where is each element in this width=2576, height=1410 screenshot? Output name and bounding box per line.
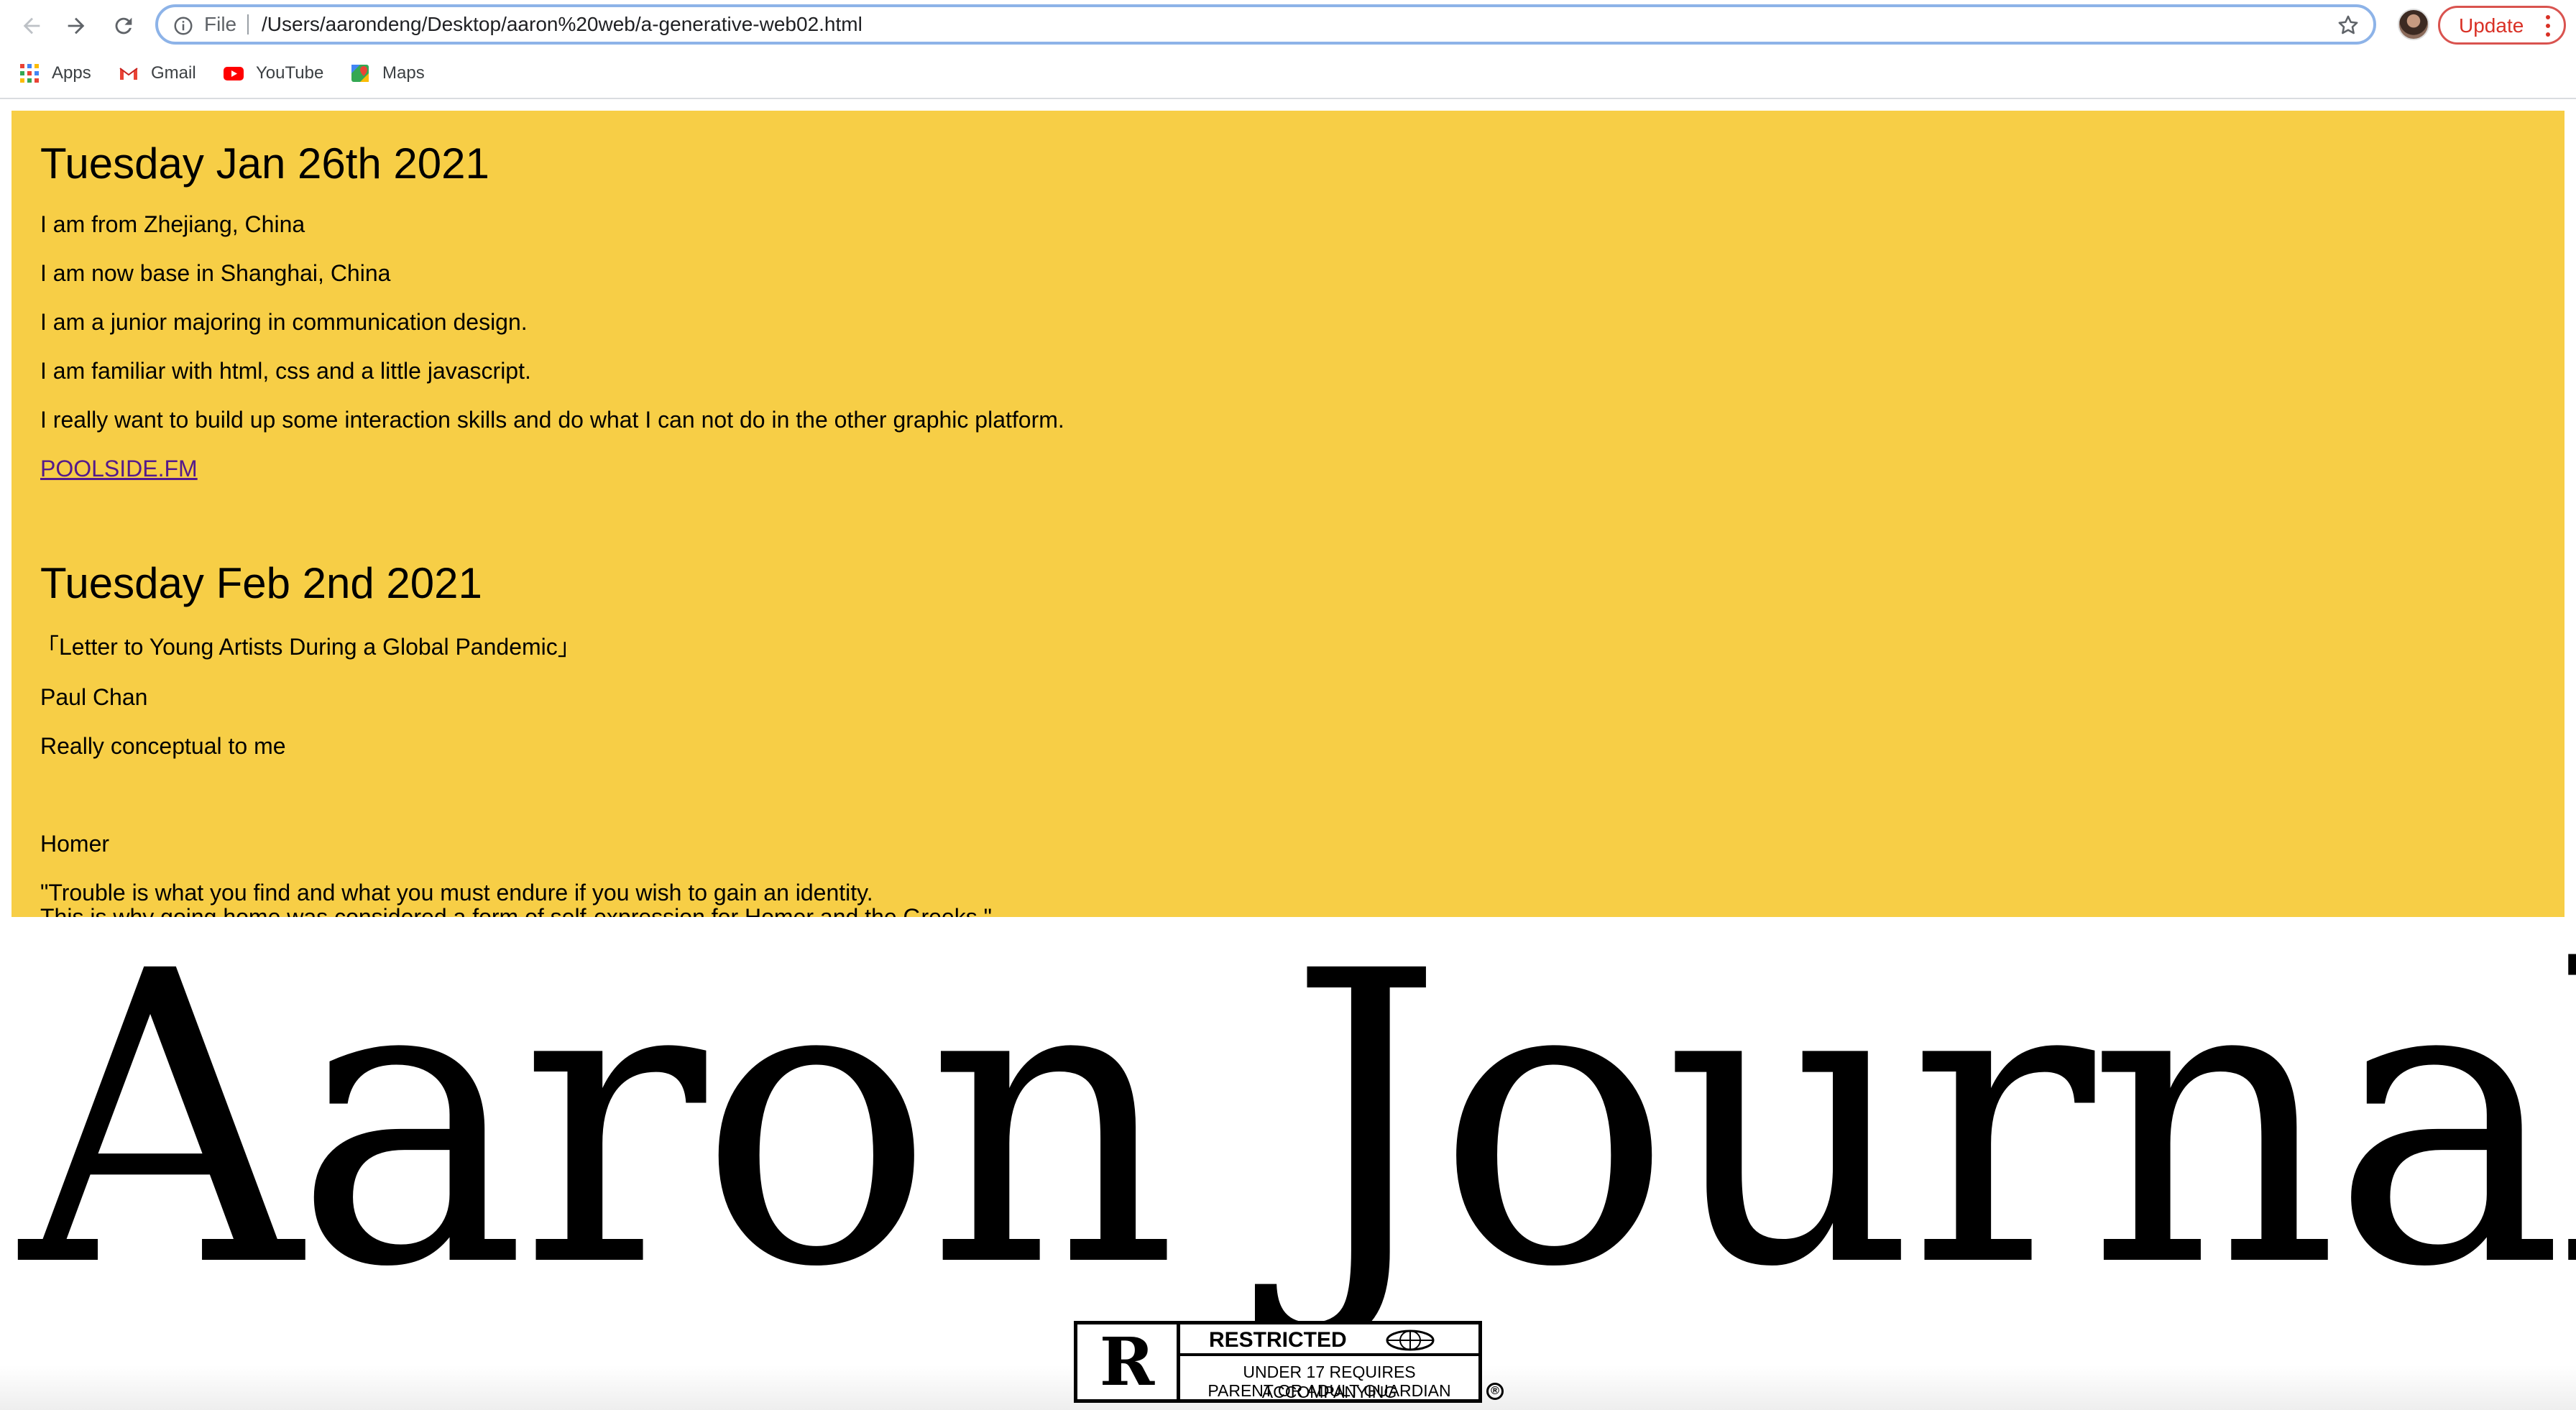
back-arrow-icon [23,17,40,34]
info-icon[interactable] [172,15,194,37]
apps-grid-icon [20,64,39,83]
url-text[interactable]: /Users/aarondeng/Desktop/aaron%20web/a-g… [262,11,862,37]
entry-line: I am from Zhejiang, China [40,211,305,237]
more-menu-icon[interactable] [2545,15,2551,37]
back-button[interactable] [14,9,49,43]
forward-arrow-icon [68,17,85,34]
youtube-icon [224,67,244,80]
bookmark-gmail[interactable]: Gmail [118,59,196,88]
maps-icon [351,65,369,82]
forward-button[interactable] [59,9,93,43]
entry-line: 「Letter to Young Artists During a Global… [36,634,581,660]
rating-line-2: PARENT OR ADULT GUARDIAN [1208,1381,1451,1400]
rating-heading-row: RESTRICTED [1180,1324,1478,1356]
rating-badge: R RESTRICTED UNDER 17 REQUIRES ACCOMPANY… [1074,1321,1482,1403]
update-label: Update [2459,14,2524,37]
bookmarks-bar: Apps Gmail YouTube Maps [0,52,2576,99]
bookmark-star-icon[interactable] [2336,13,2360,37]
entry-date: Tuesday Jan 26th 2021 [40,139,489,188]
bookmark-label: YouTube [256,63,324,83]
journal-panel[interactable]: Tuesday Jan 26th 2021 I am from Zhejiang… [12,111,2564,917]
address-bar[interactable]: File /Users/aarondeng/Desktop/aaron%20we… [155,4,2376,45]
entry-line: I am familiar with html, css and a littl… [40,358,531,384]
mpa-globe-icon [1386,1330,1435,1351]
gmail-icon [119,68,138,80]
bookmark-maps[interactable]: Maps [349,59,425,88]
entry-line: Really conceptual to me [40,733,286,759]
bookmark-youtube[interactable]: YouTube [223,59,323,88]
entry-line: Paul Chan [40,684,148,710]
rating-letter: R [1077,1324,1180,1399]
entry-line: Homer [40,831,110,857]
bookmark-label: Maps [382,63,425,83]
reload-button[interactable] [106,9,141,43]
entry-date: Tuesday Feb 2nd 2021 [40,559,482,607]
update-button[interactable]: Update [2438,6,2566,45]
rating-heading: RESTRICTED [1209,1328,1347,1352]
registered-mark: ® [1486,1383,1504,1400]
poolside-link[interactable]: POOLSIDE.FM [40,454,198,483]
entry-line: I really want to build up some interacti… [40,407,1064,433]
hero-title: Aaron Journal [20,887,2576,1355]
entry-line: I am a junior majoring in communication … [40,309,528,335]
profile-avatar[interactable] [2398,9,2429,40]
omnibox-divider [247,14,249,34]
bookmark-label: Apps [52,63,91,83]
entry-line: I am now base in Shanghai, China [40,260,391,286]
browser-toolbar: File /Users/aarondeng/Desktop/aaron%20we… [0,0,2576,52]
bookmark-apps[interactable]: Apps [19,59,91,88]
bookmark-label: Gmail [151,63,196,83]
scheme-label: File [204,13,237,35]
reload-icon [115,17,132,34]
